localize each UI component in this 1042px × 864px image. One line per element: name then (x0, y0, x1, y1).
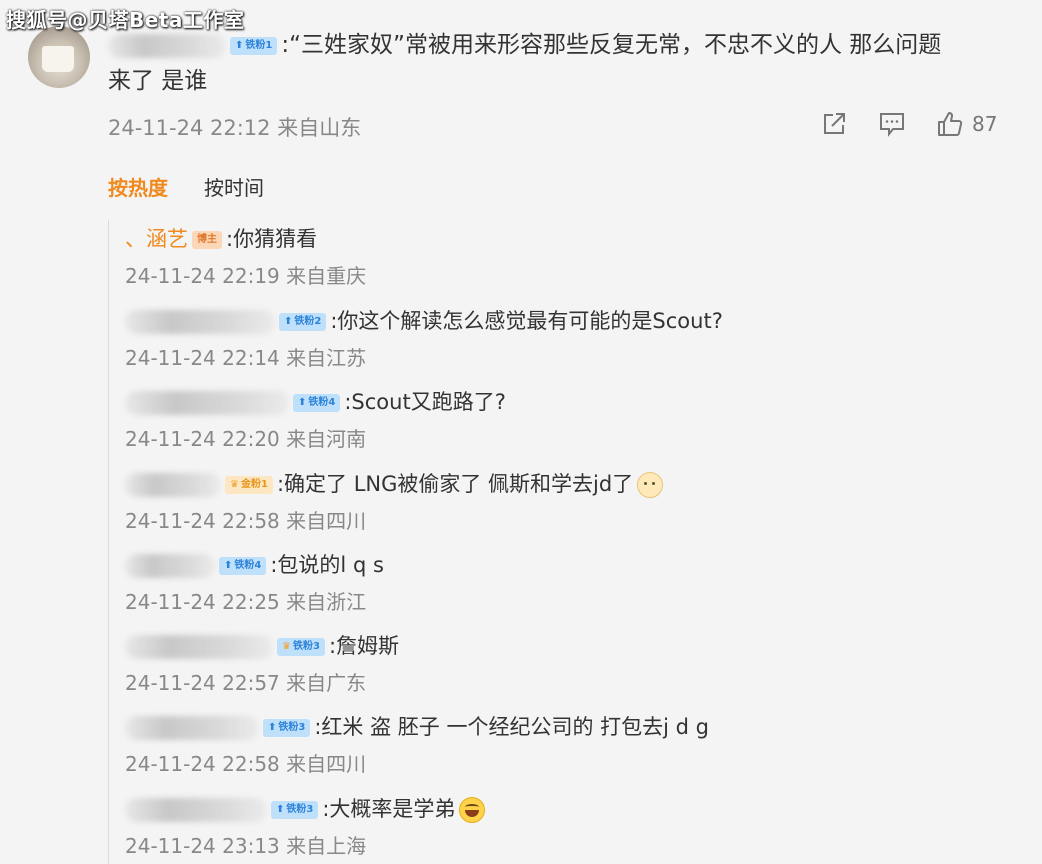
reply-item: ⬆ 铁粉4:包说的l q s 24-11-24 22:25 来自浙江 (125, 550, 384, 614)
reply-time: 24-11-24 22:20 来自河南 (125, 427, 367, 451)
fan-badge-label: 铁粉3 (286, 804, 314, 815)
blurred-username[interactable] (125, 554, 215, 578)
gold-fan-badge[interactable]: ♛ 金粉1 (225, 476, 273, 494)
laughing-emoji-icon (459, 797, 486, 823)
blurred-username[interactable] (125, 716, 259, 740)
fan-badge-label: 金粉1 (240, 479, 268, 490)
dog-face-emoji-icon (637, 472, 664, 498)
reply-text: :大概率是学弟 (322, 797, 456, 821)
crown-icon: ♛ (282, 641, 291, 652)
reply-item: ⬆ 铁粉3:大概率是学弟 24-11-24 23:13 来自上海 (125, 794, 486, 858)
arrow-up-icon: ⬆ (276, 804, 285, 815)
fan-badge-label: 铁粉3 (278, 722, 306, 733)
reply-time: 24-11-24 22:25 来自浙江 (125, 590, 367, 614)
main-comment-text-cont: 来了 是谁 (108, 68, 208, 94)
arrow-up-icon: ⬆ (224, 560, 233, 571)
reply-item: 、涵艺 博主 :你猜猜看 24-11-24 22:19 来自重庆 (125, 224, 366, 288)
sort-tabs: 按热度 按时间 (108, 172, 300, 201)
reply-text: :包说的l q s (270, 553, 384, 577)
fan-badge[interactable]: ⬆ 铁粉1 (230, 36, 278, 55)
fan-badge-label: 铁粉2 (294, 316, 322, 327)
fan-badge[interactable]: ⬆ 铁粉4 (293, 394, 341, 412)
share-button[interactable] (820, 110, 848, 138)
crown-icon: ♛ (230, 479, 239, 490)
reply-username[interactable]: 、涵艺 (125, 227, 188, 251)
tab-time[interactable]: 按时间 (204, 176, 264, 200)
fan-badge-label: 铁粉3 (292, 641, 320, 652)
reply-text: :确定了 LNG被偷家了 佩斯和学去jd了 (276, 472, 634, 496)
comment-icon (880, 113, 904, 137)
fan-badge[interactable]: ⬆ 铁粉4 (219, 557, 267, 575)
reply-time: 24-11-24 22:58 来自四川 (125, 752, 367, 776)
thumbs-up-icon (938, 112, 963, 136)
blurred-username[interactable] (125, 391, 289, 415)
reply-item: ♛ 金粉1:确定了 LNG被偷家了 佩斯和学去jd了 24-11-24 22:58… (125, 469, 664, 533)
watermark: 搜狐号@贝塔Beta工作室 (6, 8, 245, 32)
main-comment-line1: ⬆ 铁粉1:“三姓家奴”常被用来形容那些反复无常，不忠不义的人 那么问题 (108, 28, 1008, 62)
like-button[interactable]: 87 (936, 110, 997, 138)
comment-actions: 87 (820, 110, 997, 138)
blurred-username[interactable] (125, 310, 275, 334)
arrow-up-icon: ⬆ (268, 722, 277, 733)
reply-item: ♛ 铁粉3:詹姆斯 24-11-24 22:57 来自广东 (125, 631, 399, 695)
tab-hot[interactable]: 按热度 (108, 176, 168, 200)
main-comment-text: :“三姓家奴”常被用来形容那些反复无常，不忠不义的人 那么问题 (281, 32, 942, 58)
reply-item: ⬆ 铁粉3:红米 盗 胚子 一个经纪公司的 打包去j d g 24-11-24 2… (125, 712, 709, 776)
reply-time: 24-11-24 22:14 来自江苏 (125, 346, 367, 370)
main-comment-time: 24-11-24 22:12 来自山东 (108, 116, 362, 140)
reply-text: :红米 盗 胚子 一个经纪公司的 打包去j d g (314, 715, 709, 739)
reply-time: 24-11-24 22:57 来自广东 (125, 671, 367, 695)
reply-time: 24-11-24 23:13 来自上海 (125, 834, 367, 858)
avatar[interactable] (28, 26, 90, 88)
fan-badge-label: 铁粉4 (234, 560, 262, 571)
reply-list: 、涵艺 博主:你猜猜看 24-11-24 22:19 来自重庆 ⬆ 铁粉2:你这个解… (108, 220, 1042, 864)
blurred-username[interactable] (125, 798, 267, 822)
fan-badge[interactable]: ♛ 铁粉3 (277, 638, 325, 656)
blurred-username[interactable] (125, 473, 221, 497)
fan-badge[interactable]: ⬆ 铁粉3 (263, 719, 311, 737)
arrow-up-icon: ⬆ (284, 316, 293, 327)
reply-time: 24-11-24 22:58 来自四川 (125, 509, 367, 533)
fan-badge[interactable]: ⬆ 铁粉3 (271, 801, 319, 819)
like-count: 87 (972, 112, 998, 136)
fan-badge-label: 铁粉1 (245, 39, 273, 51)
reply-item: ⬆ 铁粉2:你这个解读怎么感觉最有可能的是Scout? 24-11-24 22:1… (125, 306, 723, 370)
share-icon (824, 113, 845, 134)
owner-badge-label: 博主 (197, 234, 217, 245)
reply-text: :詹姆斯 (328, 634, 400, 658)
reply-text: :你猜猜看 (226, 227, 318, 251)
fan-badge[interactable]: ⬆ 铁粉2 (279, 313, 327, 331)
blurred-username[interactable] (108, 33, 226, 58)
reply-text: :Scout又跑路了? (344, 390, 506, 414)
reply-time: 24-11-24 22:19 来自重庆 (125, 264, 367, 288)
arrow-up-icon: ⬆ (235, 39, 244, 51)
arrow-up-icon: ⬆ (298, 397, 307, 408)
owner-badge[interactable]: 博主 (192, 231, 222, 249)
reply-item: ⬆ 铁粉4:Scout又跑路了? 24-11-24 22:20 来自河南 (125, 387, 506, 451)
main-comment: ⬆ 铁粉1:“三姓家奴”常被用来形容那些反复无常，不忠不义的人 那么问题 来了 是… (108, 28, 1008, 98)
reply-text: :你这个解读怎么感觉最有可能的是Scout? (330, 309, 723, 333)
avatar-cup-icon (42, 46, 74, 72)
reply-button[interactable] (878, 110, 906, 138)
fan-badge-label: 铁粉4 (308, 397, 336, 408)
blurred-username[interactable] (125, 635, 273, 659)
